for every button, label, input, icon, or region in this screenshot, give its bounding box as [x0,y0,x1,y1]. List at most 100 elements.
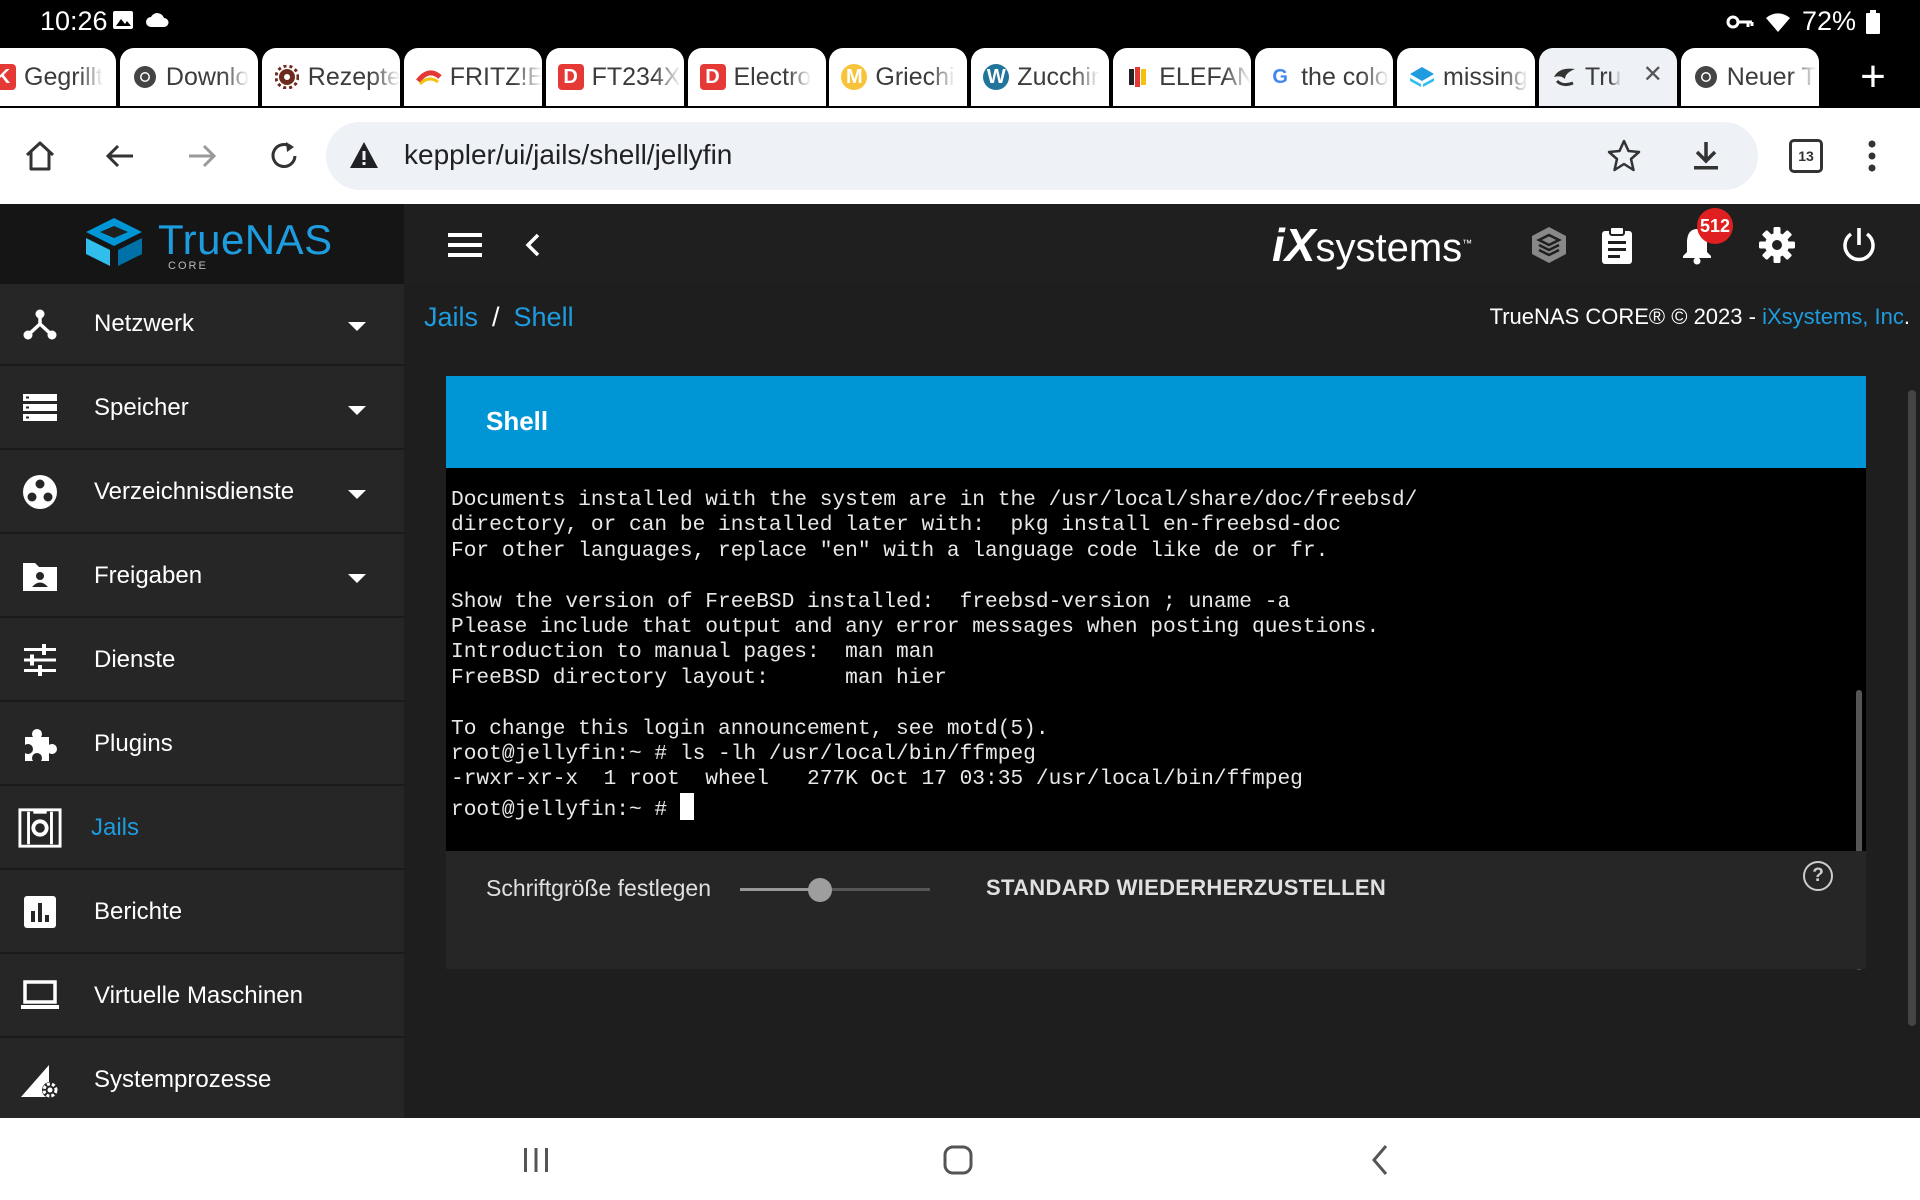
sidebar-item-label: Jails [91,814,140,841]
page-scrollbar[interactable] [1908,390,1916,1026]
jails-icon [18,806,62,850]
tab-title: FT234X [591,62,681,91]
services-icon [18,638,62,682]
sidebar-item-vm[interactable]: Virtuelle Maschinen [0,956,404,1038]
breadcrumb: Jails / Shell [424,302,574,333]
terminal[interactable]: Documents installed with the system are … [446,468,1866,851]
browser-tab[interactable]: D FT234X [545,48,684,106]
task-manager-button[interactable] [1596,224,1638,266]
back-nav-icon[interactable] [1360,1140,1400,1180]
browser-tab[interactable]: W Zucchir [971,48,1110,106]
sidebar-item-system-processes[interactable]: Systemprozesse [0,1040,404,1118]
bookmark-star-icon[interactable] [1606,138,1642,174]
vpn-key-icon [1726,15,1754,28]
browser-tab-strip: K Gegrillt Downlo Rezepte FRITZ!E D FT234X D Ele… [0,44,1920,108]
caret-down-icon[interactable] [348,574,366,583]
sidebar-item-services[interactable]: Dienste [0,620,404,702]
collapse-sidebar-button[interactable] [512,224,554,266]
tab-switcher-button[interactable]: 13 [1782,132,1830,180]
tab-favicon-icon [274,64,300,90]
browser-tab[interactable]: Downlo [119,48,258,106]
ixsystems-logo[interactable]: iXsystems™ [1272,218,1472,272]
sidebar: Netzwerk Speicher Verzeichnisdienste Freiga… [0,284,404,1118]
browser-tab[interactable]: D Electro [687,48,826,106]
more-vertical-icon [1868,140,1876,172]
ixsystems-link[interactable]: iXsystems, Inc [1762,304,1904,329]
restore-default-button[interactable]: STANDARD WIEDERHERZUSTELLEN [986,875,1386,901]
truenas-logo-subtext: CORE [168,260,208,272]
menu-toggle-button[interactable] [444,224,486,266]
terminal-cursor [679,792,694,820]
browser-menu-button[interactable] [1848,132,1896,180]
browser-tab[interactable]: Tru ✕ [1538,48,1677,106]
truecommand-button[interactable] [1528,224,1570,266]
caret-down-icon[interactable] [348,406,366,415]
tab-favicon-icon [1125,64,1151,90]
browser-tab[interactable]: K Gegrillt [0,48,116,106]
sidebar-item-label: Freigaben [94,562,203,589]
breadcrumb-jails-link[interactable]: Jails [424,302,478,332]
tab-title: ELEFAN [1159,62,1252,91]
close-tab-icon[interactable]: ✕ [1643,60,1663,89]
tab-favicon-icon [132,64,158,90]
terminal-line: -rwxr-xr-x 1 root wheel 277K Oct 17 03:3… [451,767,1303,792]
font-size-slider-thumb[interactable] [807,878,832,902]
help-icon[interactable]: ? [1803,861,1833,891]
android-navigation-bar [0,1118,1920,1200]
sidebar-item-shares[interactable]: Freigaben [0,536,404,618]
terminal-line: Documents installed with the system are … [451,488,1418,512]
recent-apps-icon[interactable] [516,1140,556,1180]
breadcrumb-current[interactable]: Shell [514,302,574,332]
system-processes-icon [18,1058,62,1102]
tab-favicon-icon: W [983,64,1010,90]
status-time: 10:26 [40,6,108,36]
hamburger-menu-icon [448,233,482,257]
browser-tab[interactable]: ELEFAN [1113,48,1252,106]
sidebar-item-jails[interactable]: Jails [0,788,404,870]
sidebar-item-label: Dienste [94,646,176,673]
arrow-right-icon [189,144,217,168]
sidebar-item-network[interactable]: Netzwerk [0,284,404,366]
plugins-icon [18,722,62,766]
back-button[interactable] [96,132,144,180]
terminal-line: FreeBSD directory layout: man hier [451,665,947,690]
power-button[interactable] [1838,224,1880,266]
tab-favicon-icon [1551,64,1577,90]
tab-title: Griechi [875,62,955,91]
power-icon [1843,228,1875,262]
network-icon [18,302,62,346]
sidebar-item-directory-services[interactable]: Verzeichnisdienste [0,452,404,534]
browser-tab[interactable]: M Griechi [829,48,968,106]
caret-down-icon[interactable] [348,490,366,499]
browser-tab[interactable]: Rezepte [261,48,400,106]
browser-tab[interactable]: missing [1397,48,1535,106]
settings-button[interactable] [1756,224,1798,266]
shell-controls: Schriftgröße festlegen STANDARD WIEDERHE… [446,851,1866,969]
new-tab-button[interactable]: + [1846,52,1900,106]
home-nav-icon[interactable] [938,1140,978,1180]
tab-favicon-icon [1409,64,1435,90]
tab-favicon-icon: G [1272,65,1288,88]
caret-down-icon[interactable] [348,322,366,331]
download-icon[interactable] [1688,138,1724,174]
tab-count: 13 [1789,139,1823,173]
sidebar-item-label: Systemprozesse [94,1066,272,1093]
tab-favicon-icon: M [841,64,868,90]
reload-button[interactable] [260,132,308,180]
browser-tab[interactable]: Neuer T [1680,48,1819,106]
address-bar[interactable]: keppler/ui/jails/shell/jellyfin [326,122,1758,190]
tab-title: Zucchir [1017,62,1100,91]
browser-tab[interactable]: Gthe colo [1255,48,1394,106]
browser-tab[interactable]: FRITZ!E [403,48,542,106]
truenas-logo[interactable]: TrueNAS CORE [0,204,404,284]
sidebar-item-plugins[interactable]: Plugins [0,704,404,786]
sidebar-item-storage[interactable]: Speicher [0,368,404,450]
storage-icon [18,386,62,430]
home-button[interactable] [16,132,64,180]
sidebar-item-reports[interactable]: Berichte [0,872,404,954]
terminal-line: To change this login announcement, see m… [451,716,1049,741]
sidebar-item-label: Berichte [94,898,183,925]
truecommand-icon [1532,227,1566,263]
forward-button[interactable] [178,132,226,180]
tab-title: Rezepte [307,62,400,91]
